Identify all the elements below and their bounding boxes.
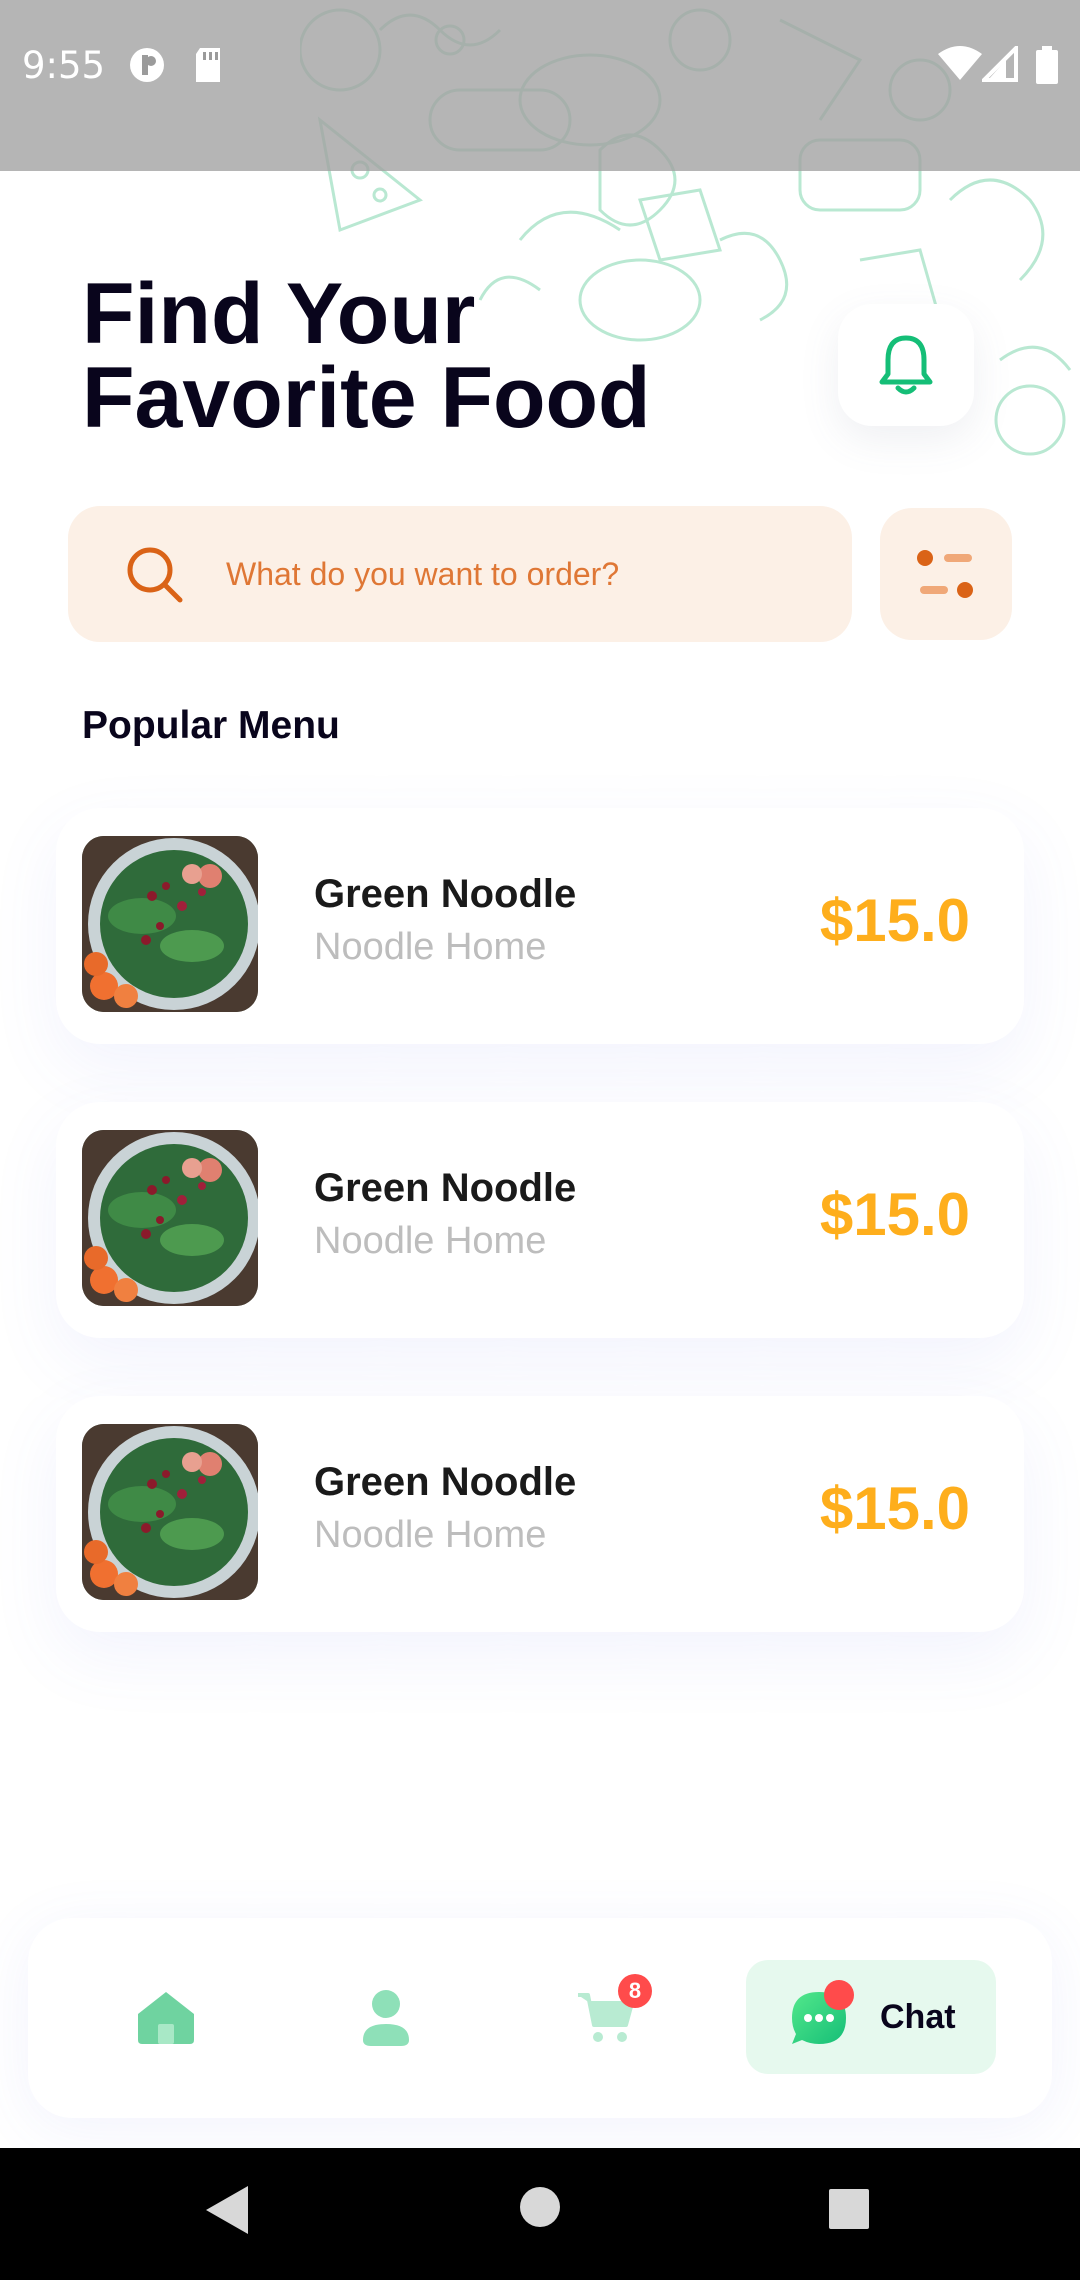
recents-icon[interactable] [828,2188,870,2230]
food-image [82,836,258,1012]
status-bar: 9:55 [0,0,1080,171]
battery-icon [1036,46,1058,84]
launcher-notification-icon [130,48,164,82]
menu-item-price: $15.0 [819,1181,970,1248]
page-title: Find Your Favorite Food [82,266,702,446]
menu-item-card[interactable]: Green Noodle Noodle Home $15.0 [56,808,1024,1044]
nav-chat[interactable]: Chat [746,1960,996,2074]
menu-item-name: Green Noodle [314,872,577,916]
sd-card-icon [196,48,220,82]
chat-unread-dot [824,1980,854,2010]
cell-signal-icon [982,46,1018,82]
profile-icon [363,1990,409,2046]
menu-item-card[interactable]: Green Noodle Noodle Home $15.0 [56,1102,1024,1338]
food-image [82,1424,258,1600]
nav-cart[interactable]: 8 [566,1974,652,2058]
section-title: Popular Menu [82,704,340,747]
status-time: 9:55 [22,44,106,87]
bottom-navigation: 8 Chat [28,1918,1052,2118]
notification-button[interactable] [838,304,974,426]
menu-item-card[interactable]: Green Noodle Noodle Home $15.0 [56,1396,1024,1632]
notification-bell-icon [879,335,933,395]
search-bar[interactable] [68,506,852,642]
menu-item-name: Green Noodle [314,1166,577,1210]
menu-item-restaurant: Noodle Home [314,1514,547,1556]
chat-label: Chat [880,1998,956,2036]
page-title-line1: Find Your [82,266,476,362]
filter-button[interactable] [880,508,1012,640]
search-icon [127,547,183,603]
filter-icon [917,550,973,598]
nav-profile[interactable] [346,1978,426,2058]
menu-item-restaurant: Noodle Home [314,1220,547,1262]
screen: 9:55 Find Your Favorite Food What do you… [0,0,1080,2280]
menu-item-name: Green Noodle [314,1460,577,1504]
wifi-icon [938,46,982,80]
menu-item-price: $15.0 [819,887,970,954]
nav-home[interactable] [126,1978,206,2058]
home-icon [138,1992,194,2044]
search-input[interactable] [226,555,786,593]
home-circle-icon[interactable] [519,2186,561,2228]
menu-item-restaurant: Noodle Home [314,926,547,968]
back-icon[interactable] [204,2184,250,2236]
food-image [82,1130,258,1306]
system-navigation-bar [0,2148,1080,2280]
cart-badge: 8 [618,1974,652,2008]
menu-item-price: $15.0 [819,1475,970,1542]
page-title-line2: Favorite Food [82,350,651,446]
